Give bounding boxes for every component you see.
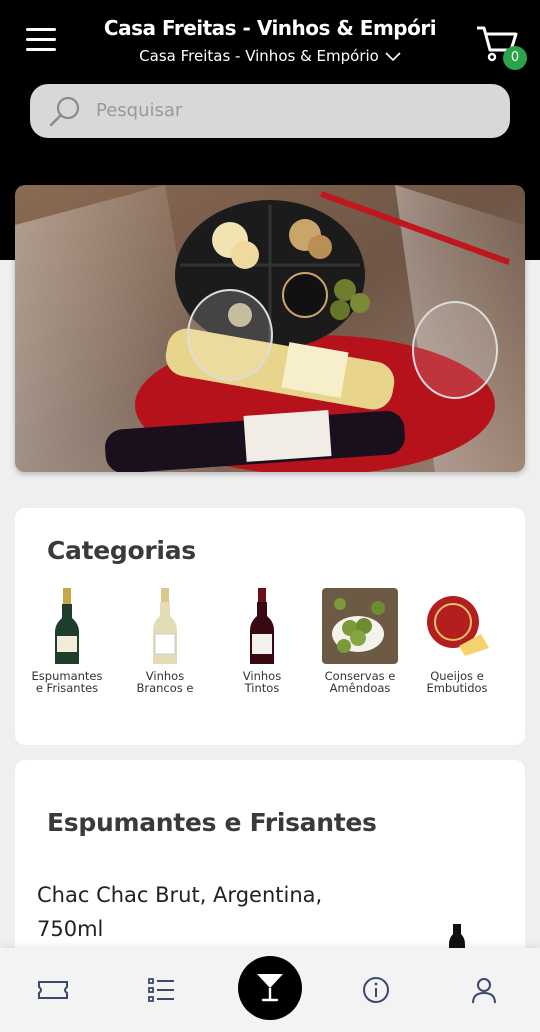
category-vinhos-tintos[interactable]: Vinhos Tintos — [217, 588, 307, 694]
ticket-icon — [38, 981, 68, 999]
cocktail-icon — [257, 974, 283, 1002]
sparkling-wine-bottle-icon — [55, 588, 79, 664]
categories-title: Categorias — [47, 536, 196, 565]
info-icon — [363, 977, 389, 1003]
category-conservas[interactable]: Conservas e Amêndoas — [315, 588, 405, 694]
category-label-line2: Embutidos — [426, 681, 488, 694]
category-label-line2: e Frisantes — [35, 681, 99, 694]
store-selector-label: Casa Freitas - Vinhos & Empório — [139, 47, 379, 65]
search-icon — [49, 96, 80, 127]
search-placeholder: Pesquisar — [96, 100, 183, 121]
product-name[interactable]: Chac Chac Brut, Argentina, 750ml — [37, 878, 357, 946]
promo-banner[interactable] — [15, 185, 525, 472]
search-input[interactable]: Pesquisar — [30, 84, 510, 138]
nav-profile[interactable] — [467, 976, 503, 1006]
category-label-line2: Tintos — [244, 681, 280, 694]
category-label-line2: Amêndoas — [329, 681, 391, 694]
banner-image — [15, 185, 525, 472]
category-espumantes[interactable]: Espumantes e Frisantes — [22, 588, 112, 694]
cart-button[interactable]: 0 — [475, 24, 527, 70]
nav-tickets[interactable] — [36, 976, 72, 1006]
chevron-down-icon — [385, 51, 401, 61]
white-wine-bottle-icon — [153, 588, 177, 664]
store-selector[interactable]: Casa Freitas - Vinhos & Empório — [100, 47, 440, 65]
nav-drinks-button[interactable] — [238, 956, 302, 1020]
category-vinhos-brancos[interactable]: Vinhos Brancos e — [120, 588, 210, 694]
list-icon — [148, 978, 174, 1002]
categories-card: Categorias Espumantes e Frisantes Vinhos B… — [15, 508, 525, 745]
nav-info[interactable] — [359, 976, 395, 1006]
cheese-wheel-icon — [427, 596, 489, 656]
category-label-line2: Brancos e — [136, 681, 194, 694]
category-queijos[interactable]: Queijos e Embutidos — [412, 588, 502, 694]
section-title: Espumantes e Frisantes — [47, 808, 377, 837]
user-icon — [472, 978, 496, 1004]
red-wine-bottle-icon — [250, 588, 274, 664]
olives-bowl-icon — [322, 588, 398, 664]
cart-count-badge: 0 — [503, 46, 527, 70]
menu-icon[interactable] — [26, 28, 56, 54]
nav-list[interactable] — [144, 976, 180, 1006]
store-title: Casa Freitas - Vinhos & Empóri — [103, 16, 437, 40]
